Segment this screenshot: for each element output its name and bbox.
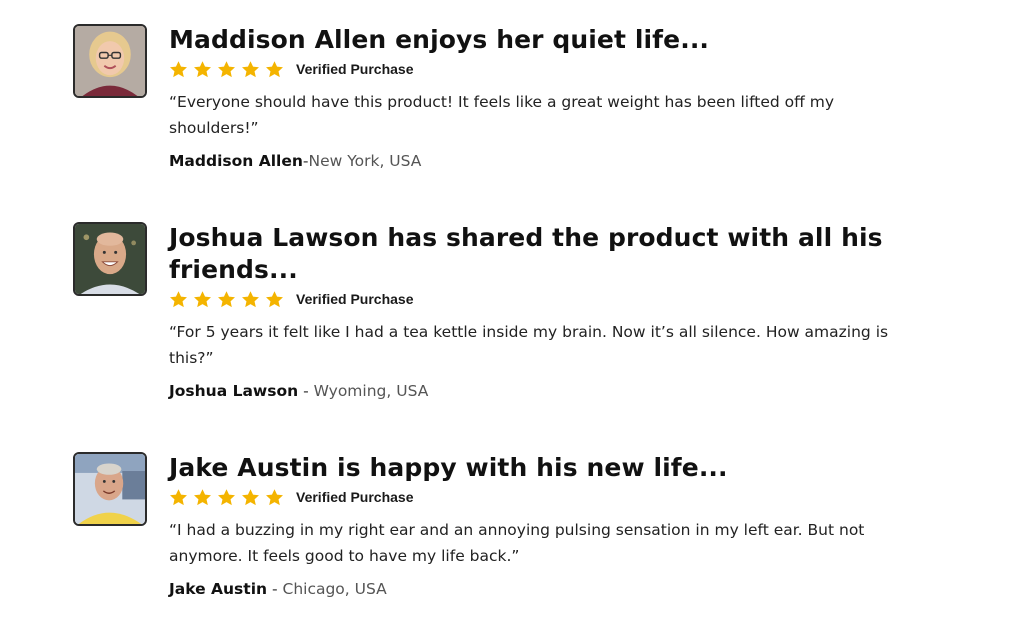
- star-icon: [265, 60, 284, 79]
- star-icon: [193, 488, 212, 507]
- author-separator: -: [298, 382, 314, 400]
- verified-purchase-label: Verified Purchase: [296, 489, 414, 505]
- author-location: Chicago, USA: [282, 580, 387, 598]
- star-icon: [217, 488, 236, 507]
- older-man-yellow-shirt-photo-icon: [75, 454, 145, 524]
- star-rating: [169, 60, 284, 79]
- author-separator: -: [267, 580, 283, 598]
- bald-man-smiling-photo-icon: [75, 224, 145, 294]
- star-icon: [169, 60, 188, 79]
- author-location: Wyoming, USA: [313, 382, 429, 400]
- rating-row: Verified Purchase: [169, 288, 889, 310]
- review-author: Maddison Allen-New York, USA: [169, 151, 889, 171]
- star-rating: [169, 290, 284, 309]
- star-icon: [169, 488, 188, 507]
- rating-row: Verified Purchase: [169, 486, 889, 508]
- review-quote: “Everyone should have this product! It f…: [169, 93, 835, 137]
- star-icon: [265, 488, 284, 507]
- star-icon: [241, 290, 260, 309]
- author-name: Jake Austin: [169, 580, 268, 598]
- star-icon: [193, 290, 212, 309]
- review-quote: “I had a buzzing in my right ear and an …: [169, 521, 865, 565]
- star-icon: [217, 290, 236, 309]
- review-quote: “For 5 years it felt like I had a tea ke…: [169, 323, 889, 367]
- star-icon: [193, 60, 212, 79]
- review-author: Joshua Lawson - Wyoming, USA: [169, 381, 889, 401]
- star-icon: [241, 488, 260, 507]
- star-rating: [169, 488, 284, 507]
- avatar: [73, 222, 147, 296]
- star-icon: [241, 60, 260, 79]
- review-title: Maddison Allen enjoys her quiet life...: [169, 25, 710, 54]
- woman-with-glasses-photo-icon: [75, 26, 145, 96]
- star-icon: [169, 290, 188, 309]
- star-icon: [265, 290, 284, 309]
- author-name: Maddison Allen: [169, 152, 303, 170]
- author-name: Joshua Lawson: [169, 382, 299, 400]
- rating-row: Verified Purchase: [169, 58, 889, 80]
- review-title: Joshua Lawson has shared the product wit…: [169, 223, 883, 284]
- avatar: [73, 452, 147, 526]
- author-location: New York, USA: [308, 152, 422, 170]
- star-icon: [217, 60, 236, 79]
- avatar: [73, 24, 147, 98]
- review-author: Jake Austin - Chicago, USA: [169, 579, 889, 599]
- verified-purchase-label: Verified Purchase: [296, 61, 414, 77]
- review-title: Jake Austin is happy with his new life..…: [169, 453, 728, 482]
- verified-purchase-label: Verified Purchase: [296, 291, 414, 307]
